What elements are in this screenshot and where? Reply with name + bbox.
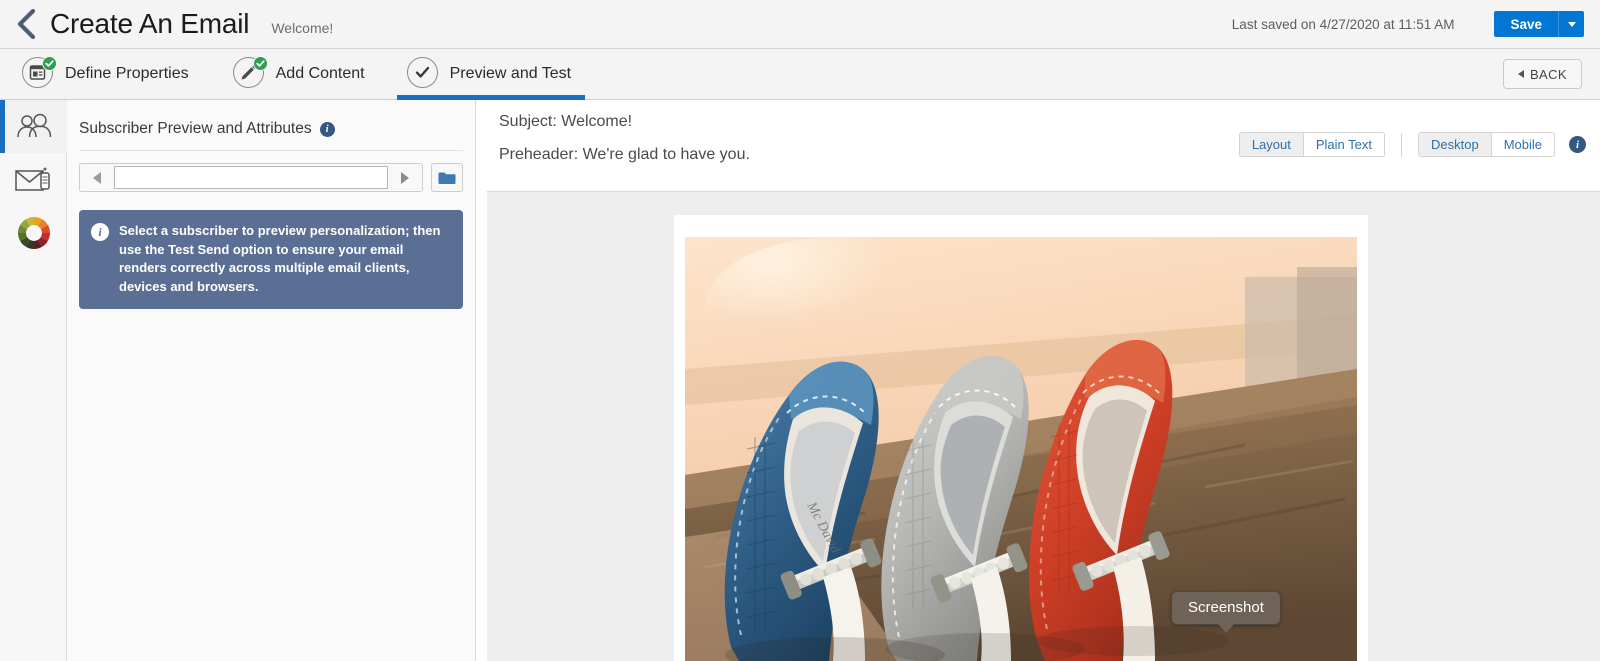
folder-icon [438, 171, 456, 185]
main-body: Subscriber Preview and Attributes i i Se… [0, 100, 1600, 661]
step-define-properties[interactable]: Define Properties [12, 49, 203, 100]
subscriber-nav-box [79, 163, 423, 192]
people-icon [14, 113, 54, 141]
properties-icon [22, 56, 57, 91]
step-navigation: Define Properties Add Content Preview an… [0, 49, 1600, 100]
triangle-left-icon [1517, 70, 1524, 78]
info-icon[interactable]: i [1569, 136, 1586, 153]
save-button-group: Save [1494, 11, 1584, 37]
folder-browse-button[interactable] [431, 163, 463, 192]
rail-item-color-settings[interactable] [0, 206, 67, 259]
tooltip-label: Screenshot [1188, 599, 1264, 616]
green-check-badge [252, 56, 268, 71]
toggle-divider [1401, 132, 1402, 157]
rail-item-subscriber-preview[interactable] [0, 100, 67, 153]
toggle-layout[interactable]: Layout [1239, 133, 1303, 156]
subscriber-panel-header: Subscriber Preview and Attributes i [79, 120, 463, 151]
top-bar: Create An Email Welcome! Last saved on 4… [0, 0, 1600, 49]
subject-line: Subject: Welcome! [499, 113, 633, 130]
subscriber-panel-title: Subscriber Preview and Attributes [79, 120, 312, 137]
toggle-desktop[interactable]: Desktop [1419, 133, 1491, 156]
step-label: Define Properties [65, 65, 189, 82]
info-icon[interactable]: i [319, 121, 335, 137]
last-saved-status: Last saved on 4/27/2020 at 11:51 AM [1231, 16, 1455, 32]
step-preview-and-test[interactable]: Preview and Test [396, 49, 586, 100]
subscriber-input[interactable] [114, 166, 388, 189]
step-label: Preview and Test [449, 65, 572, 82]
toggle-plain-text[interactable]: Plain Text [1302, 133, 1384, 156]
green-check-badge [42, 56, 57, 71]
top-bar-actions: Last saved on 4/27/2020 at 11:51 AM Save [1232, 11, 1600, 37]
step-label: Add Content [275, 65, 365, 82]
back-button-label: BACK [1529, 66, 1567, 82]
email-canvas: Mc David Screenshot [487, 192, 1600, 661]
rail-item-test-send[interactable] [0, 153, 67, 206]
envelope-test-icon [14, 165, 54, 195]
view-mode-toggle: Layout Plain Text [1238, 132, 1385, 157]
left-icon-rail [0, 100, 67, 661]
preview-toggles: Layout Plain Text Desktop Mobile i [1238, 132, 1586, 157]
triangle-right-icon[interactable] [388, 164, 422, 191]
email-name-label: Welcome! [271, 20, 334, 36]
preview-header: Subject: Welcome! Preheader: We're glad … [487, 100, 1600, 192]
page-title: Create An Email [50, 8, 250, 39]
check-circle-icon [406, 57, 441, 91]
step-add-content[interactable]: Add Content [223, 49, 379, 100]
toggle-mobile[interactable]: Mobile [1490, 133, 1554, 156]
device-mode-toggle: Desktop Mobile [1418, 132, 1555, 157]
email-preview-pane: Subject: Welcome! Preheader: We're glad … [487, 100, 1600, 661]
subscriber-panel: Subscriber Preview and Attributes i i Se… [67, 100, 476, 661]
caret-down-icon[interactable] [1558, 11, 1584, 37]
subscriber-nav-row [79, 163, 463, 192]
pencil-icon [232, 56, 268, 91]
triangle-left-icon[interactable] [80, 164, 114, 191]
preheader-line: Preheader: We're glad to have you. [499, 146, 750, 163]
save-button[interactable]: Save [1494, 11, 1558, 37]
back-chevron-icon[interactable] [6, 9, 46, 39]
info-icon: i [91, 223, 109, 241]
color-wheel-icon [16, 215, 52, 251]
subscriber-notice: i Select a subscriber to preview persona… [79, 210, 463, 309]
active-step-underline [396, 94, 586, 100]
back-button[interactable]: BACK [1502, 59, 1582, 89]
screenshot-tooltip: Screenshot [1171, 591, 1281, 633]
subscriber-notice-text: Select a subscriber to preview personali… [119, 223, 441, 294]
